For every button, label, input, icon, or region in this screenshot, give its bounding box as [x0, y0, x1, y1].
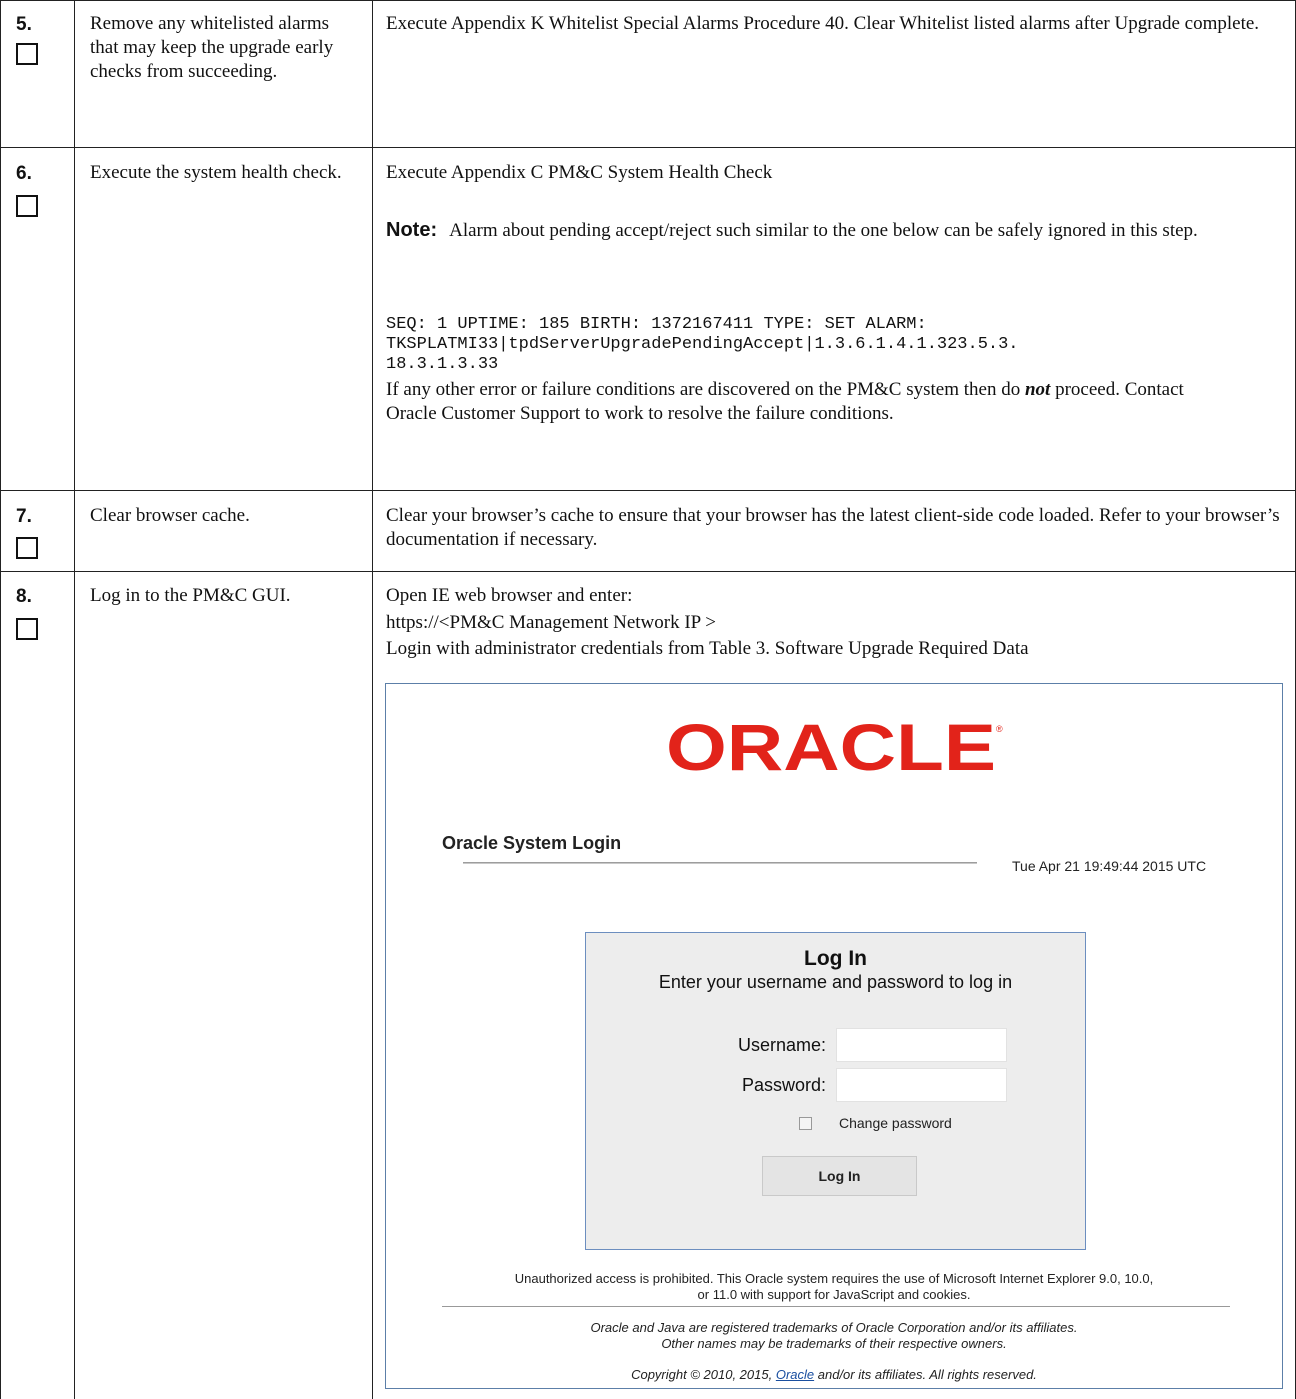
step-checkbox[interactable] — [16, 618, 38, 640]
access-warning-line: or 11.0 with support for JavaScript and … — [697, 1287, 971, 1302]
column-divider — [74, 0, 75, 1399]
title-rule — [463, 862, 977, 864]
table-border — [0, 0, 1296, 1]
trademark-line: Oracle and Java are registered trademark… — [590, 1320, 1078, 1335]
login-box: Log In Enter your username and password … — [585, 932, 1086, 1250]
code-line: SEQ: 1 UPTIME: 185 BIRTH: 1372167411 TYP… — [386, 315, 927, 334]
copyright-notice: Copyright © 2010, 2015, Oracle and/or it… — [386, 1367, 1282, 1382]
step-checkbox[interactable] — [16, 537, 38, 559]
username-label: Username: — [737, 1035, 826, 1055]
table-border — [0, 0, 1, 1399]
change-password-checkbox[interactable] — [799, 1117, 812, 1130]
step-number: 7. — [16, 506, 32, 527]
change-password-label: Change password — [839, 1115, 952, 1131]
row-divider — [0, 147, 1296, 148]
footer-divider — [442, 1306, 1230, 1307]
step-number: 5. — [16, 14, 32, 35]
password-field[interactable] — [836, 1068, 1007, 1102]
login-subtitle: Enter your username and password to log … — [658, 972, 1013, 992]
trademark-notice: Oracle and Java are registered trademark… — [386, 1320, 1282, 1352]
system-title: Oracle System Login — [442, 833, 622, 853]
column-divider — [372, 0, 373, 1399]
code-line: TKSPLATMI33|tpdServerUpgradePendingAccep… — [386, 335, 1019, 354]
row-divider — [0, 490, 1296, 491]
step-description: Clear your browser’s cache to ensure tha… — [386, 505, 1280, 550]
step-checkbox[interactable] — [16, 195, 38, 217]
note-label: Note: — [386, 219, 438, 241]
login-screenshot: ORACLE ® Oracle System Login Tue Apr 21 … — [385, 683, 1283, 1389]
access-warning-line: Unauthorized access is prohibited. This … — [514, 1271, 1154, 1286]
registered-mark: ® — [996, 724, 1003, 734]
step-checkbox[interactable] — [16, 43, 38, 65]
trademark-line: Other names may be trademarks of their r… — [661, 1336, 1007, 1351]
instruction-line: Open IE web browser and enter: — [386, 585, 633, 606]
oracle-logo: ORACLE ® — [666, 718, 1003, 778]
step-description: Execute Appendix C PM&C System Health Ch… — [386, 162, 773, 183]
oracle-logo-text: ORACLE — [666, 718, 996, 778]
copyright-text: Copyright © 2010, 2015, — [631, 1367, 773, 1382]
row-divider — [0, 571, 1296, 572]
access-warning: Unauthorized access is prohibited. This … — [386, 1271, 1282, 1303]
warning-emphasis: not — [1024, 379, 1051, 400]
warning-text: If any other error or failure conditions… — [386, 379, 1021, 400]
failure-warning: If any other error or failure conditions… — [386, 378, 1216, 426]
note-text: Alarm about pending accept/reject such s… — [449, 220, 1198, 241]
note: Note: Alarm about pending accept/reject s… — [386, 214, 1286, 247]
url-line: https://<PM&C Management Network IP > — [386, 612, 716, 633]
oracle-link[interactable]: Oracle — [776, 1367, 814, 1382]
timestamp: Tue Apr 21 19:49:44 2015 UTC — [1012, 858, 1207, 874]
step-action: Execute the system health check. — [90, 162, 342, 183]
step-number: 8. — [16, 586, 32, 607]
login-title: Log In — [804, 947, 867, 970]
password-label: Password: — [741, 1075, 826, 1095]
copyright-text: and/or its affiliates. All rights reserv… — [817, 1367, 1037, 1382]
step-action: Remove any whitelisted alarms that may k… — [90, 13, 334, 82]
username-field[interactable] — [836, 1028, 1007, 1062]
step-action: Clear browser cache. — [90, 505, 250, 526]
code-line: 18.3.1.3.33 — [386, 355, 499, 374]
login-button[interactable]: Log In — [762, 1156, 917, 1196]
step-number: 6. — [16, 163, 32, 184]
step-description: Execute Appendix K Whitelist Special Ala… — [386, 13, 1260, 34]
instruction-line: Login with administrator credentials fro… — [386, 638, 1029, 659]
step-action: Log in to the PM&C GUI. — [90, 585, 291, 606]
